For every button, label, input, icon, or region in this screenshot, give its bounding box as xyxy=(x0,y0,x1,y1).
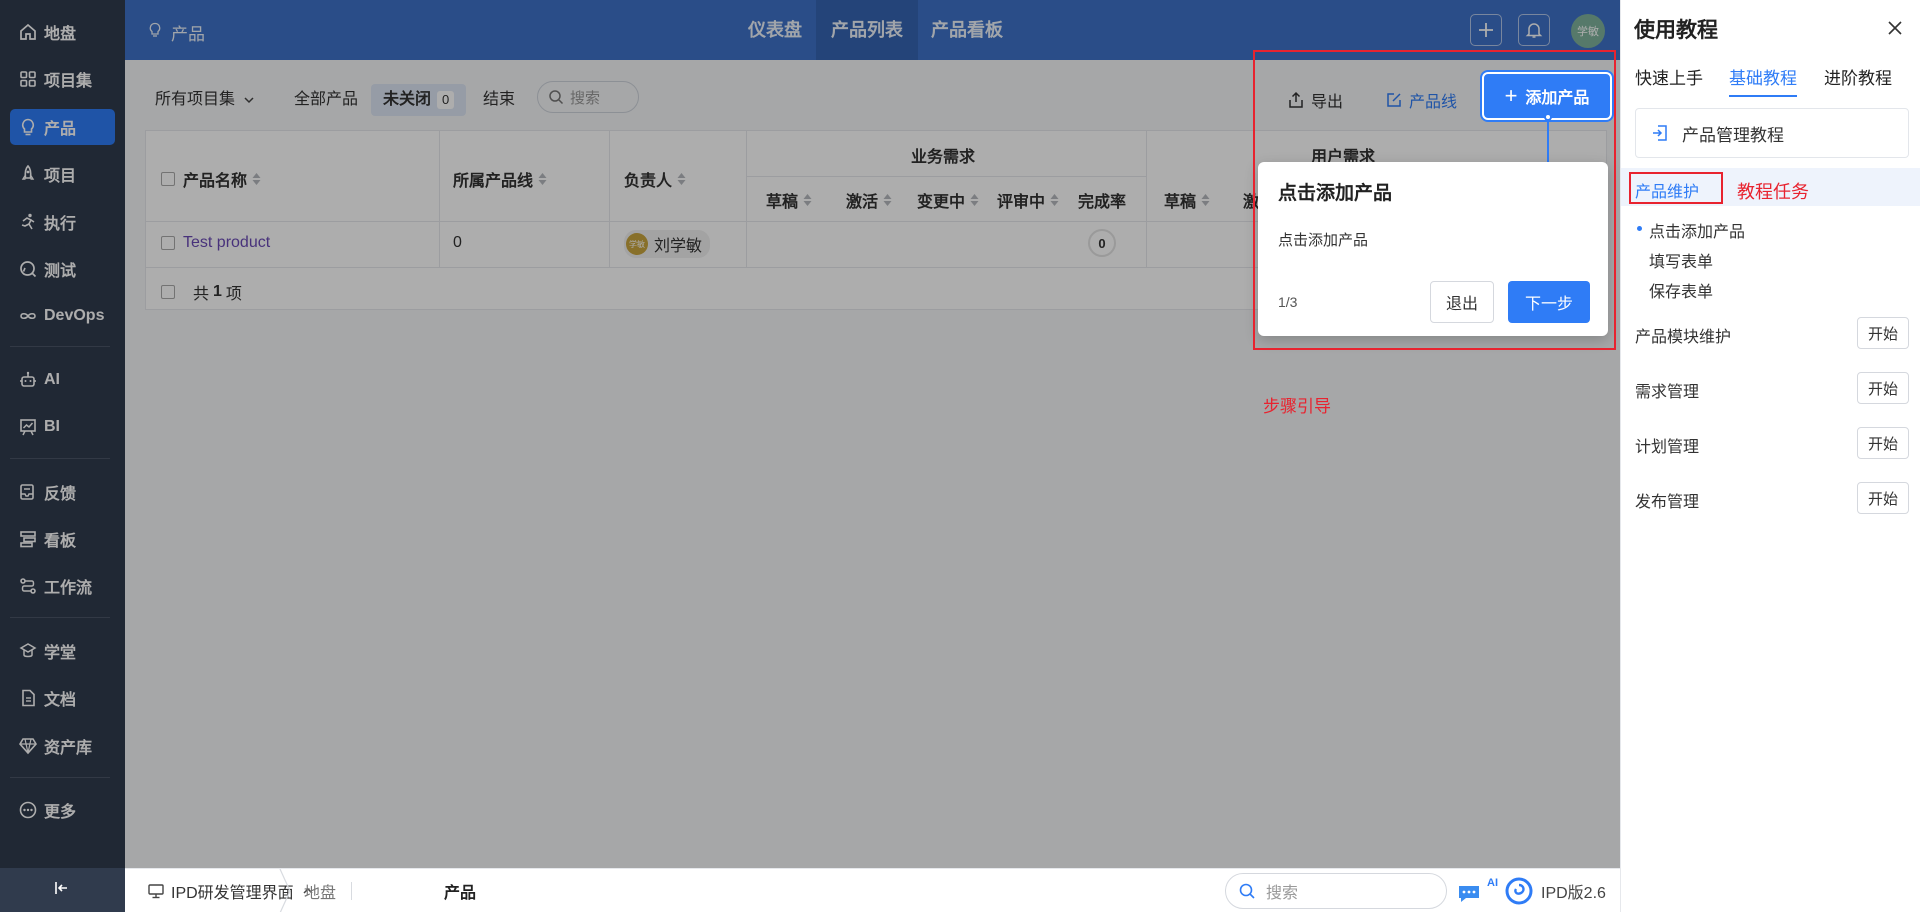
start-button[interactable]: 开始 xyxy=(1857,482,1909,514)
annotation-frame xyxy=(1253,50,1616,350)
module-title: 产品模块维护 xyxy=(1635,329,1732,346)
breadcrumb-separator-icon xyxy=(279,869,291,912)
collapse-sidebar-icon[interactable] xyxy=(52,878,72,898)
chat-icon xyxy=(1459,886,1479,902)
module-title: 发布管理 xyxy=(1635,494,1700,511)
version-indicator[interactable]: IPD版2.6 xyxy=(1505,869,1606,912)
bottom-bar: IPD研发管理界面 地盘 产品 搜索 AI IPD版2.6 xyxy=(125,868,1620,912)
tab-basic-tutorial[interactable]: 基础教程 xyxy=(1729,64,1797,97)
ai-assistant-button[interactable]: AI xyxy=(1457,869,1498,912)
close-icon[interactable] xyxy=(1887,20,1903,36)
tutorial-panel: 使用教程 快速上手 基础教程 进阶教程 产品管理教程 产品维护 教程任务 点击添… xyxy=(1620,0,1920,912)
panel-title: 使用教程 xyxy=(1634,19,1718,42)
version-label: IPD版2.6 xyxy=(1541,885,1606,902)
start-button[interactable]: 开始 xyxy=(1857,427,1909,459)
search-icon xyxy=(1239,883,1255,899)
start-button[interactable]: 开始 xyxy=(1857,372,1909,404)
task-title[interactable]: 产品维护 xyxy=(1635,178,1699,202)
annotation-label: 步骤引导 xyxy=(1263,397,1331,416)
tab-advanced-tutorial[interactable]: 进阶教程 xyxy=(1824,64,1892,95)
breadcrumb-home[interactable]: 地盘 xyxy=(304,869,336,912)
search-placeholder: 搜索 xyxy=(1266,885,1299,902)
ai-badge: AI xyxy=(1487,877,1498,889)
task-step: 填写表单 xyxy=(1649,254,1714,271)
start-button[interactable]: 开始 xyxy=(1857,317,1909,349)
tab-quick-start[interactable]: 快速上手 xyxy=(1635,64,1703,95)
annotation-label: 教程任务 xyxy=(1737,182,1809,202)
breadcrumb-current: 产品 xyxy=(444,885,477,902)
exit-door-icon xyxy=(1653,125,1667,141)
task-step: 点击添加产品 xyxy=(1636,218,1745,242)
module-title: 需求管理 xyxy=(1635,384,1700,401)
monitor-icon xyxy=(148,884,164,899)
divider xyxy=(351,882,352,900)
logo-icon xyxy=(1505,877,1533,905)
module-title: 计划管理 xyxy=(1635,439,1700,456)
workspace-label: IPD研发管理界面 xyxy=(171,885,294,902)
task-step: 保存表单 xyxy=(1649,284,1714,301)
course-title: 产品管理教程 xyxy=(1682,125,1784,145)
course-card[interactable]: 产品管理教程 xyxy=(1635,108,1909,158)
bottom-search-input[interactable]: 搜索 xyxy=(1225,873,1447,909)
